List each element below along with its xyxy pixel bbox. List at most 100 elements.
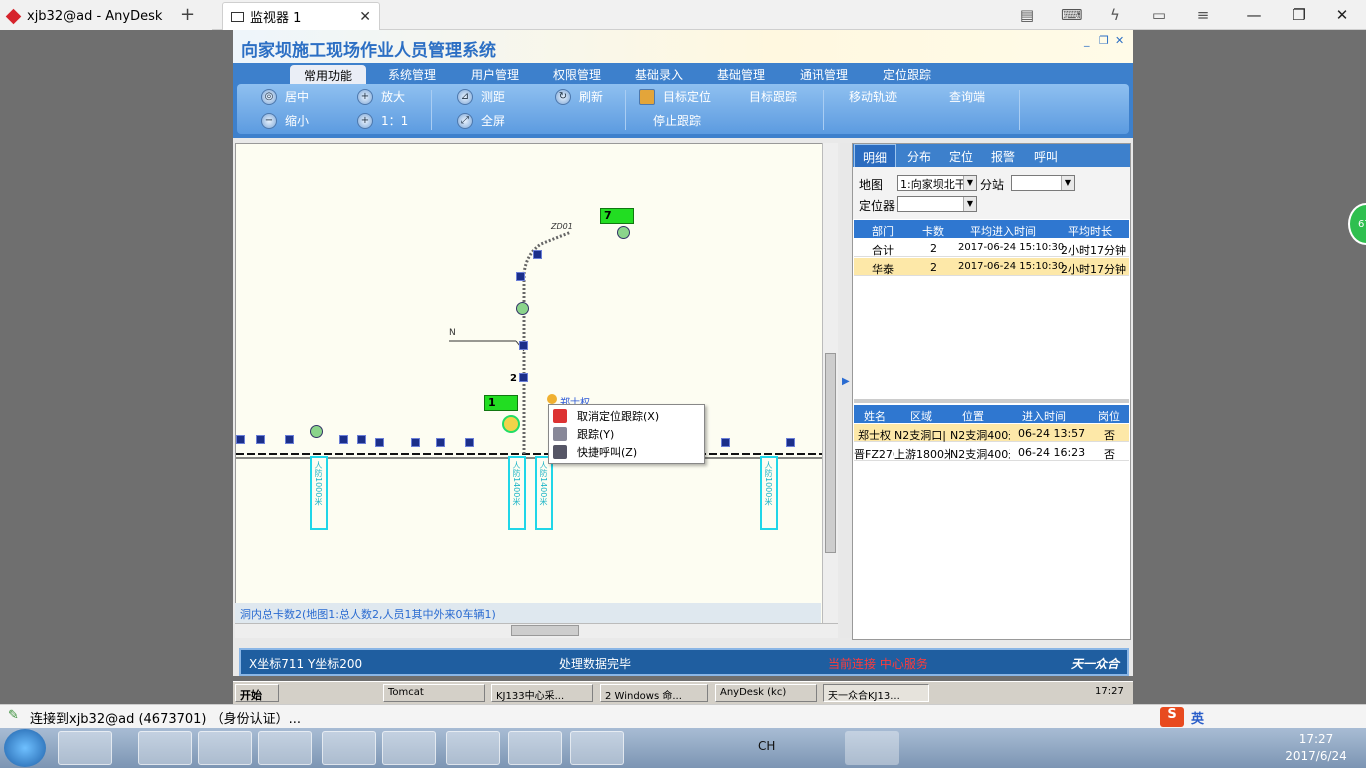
stop-track-button[interactable]: 停止跟踪 — [653, 112, 701, 129]
reader-node[interactable] — [375, 438, 384, 447]
reader-node[interactable] — [786, 438, 795, 447]
query-button[interactable]: 查询端 — [949, 88, 985, 105]
move-track-button[interactable]: 移动轨迹 — [849, 88, 897, 105]
reader-node[interactable] — [721, 438, 730, 447]
menu-cancel-tracking[interactable]: 取消定位跟踪(X) — [553, 407, 659, 425]
panel-splitter[interactable]: ▶ — [840, 143, 852, 638]
refresh-button[interactable]: ↻ 刷新 — [555, 88, 603, 105]
close-icon[interactable]: ✕ — [1328, 4, 1356, 26]
taskbar-tomcat[interactable]: Tomcat — [383, 684, 485, 702]
ratio-button[interactable]: +1：1 — [357, 112, 408, 129]
reader-node[interactable] — [465, 438, 474, 447]
start-button[interactable]: 开始 — [235, 684, 279, 702]
station-icon[interactable] — [310, 425, 323, 438]
station-1-badge[interactable]: 1 — [484, 395, 518, 411]
reader-node[interactable] — [533, 250, 542, 259]
table-row[interactable]: 郑士权 N2支洞口| N2支洞400米 06-24 13:57 否 — [854, 424, 1129, 442]
map-horizontal-scrollbar[interactable] — [235, 623, 838, 638]
menu-common[interactable]: 常用功能 — [290, 65, 367, 84]
table-divider[interactable] — [854, 399, 1129, 403]
menu-tracking[interactable]: 定位跟踪 — [883, 66, 931, 83]
expand-arrow-icon[interactable]: ▶ — [842, 376, 850, 387]
taskbar-app-icon[interactable] — [258, 731, 312, 765]
clock-date[interactable]: 2017/6/24 — [1284, 749, 1348, 763]
action-icon[interactable]: ϟ — [1105, 5, 1125, 25]
menu-users[interactable]: 用户管理 — [471, 66, 519, 83]
display-icon[interactable]: ▭ — [1149, 5, 1169, 25]
person-marker-icon[interactable] — [502, 415, 520, 433]
floating-badge[interactable]: 67 — [1348, 203, 1366, 245]
menu-track[interactable]: 跟踪(Y) — [553, 425, 614, 443]
menu-quick-call[interactable]: 快捷呼叫(Z) — [553, 443, 637, 461]
tab-monitor[interactable]: 监视器 1 ✕ — [222, 2, 380, 30]
minimize-icon[interactable]: — — [1240, 4, 1268, 26]
taskbar-cmd[interactable]: 2 Windows 命... — [600, 684, 708, 702]
new-tab-icon[interactable]: + — [180, 4, 195, 25]
reader-node[interactable] — [519, 373, 528, 382]
menu-icon[interactable]: ≡ — [1193, 5, 1213, 25]
zoom-in-button[interactable]: + 放大 — [357, 88, 405, 105]
reader-node[interactable] — [516, 272, 525, 281]
taskbar-anydesk-icon[interactable] — [508, 731, 562, 765]
menu-data-entry[interactable]: 基础录入 — [635, 66, 683, 83]
scroll-thumb[interactable] — [511, 625, 579, 636]
taskbar-app-icon[interactable] — [58, 731, 112, 765]
tab-distribution[interactable]: 分布 — [907, 148, 931, 165]
reader-node[interactable] — [519, 341, 528, 350]
reader-node[interactable] — [236, 435, 245, 444]
reader-node[interactable] — [411, 438, 420, 447]
sogou-icon[interactable]: S — [1160, 707, 1184, 727]
map-select[interactable]: 1:向家坝北干 ▼ — [897, 175, 977, 191]
table-row[interactable]: 华泰 2 2017-06-24 15:10:30 2小时17分钟 — [854, 258, 1129, 276]
reader-node[interactable] — [357, 435, 366, 444]
map-vertical-scrollbar[interactable] — [822, 143, 838, 623]
table-row[interactable]: 晋FZ276 上游1800米 N2支洞400米 06-24 16:23 否 — [854, 443, 1129, 461]
reader-node[interactable] — [436, 438, 445, 447]
taskbar-anydesk[interactable]: AnyDesk (kc) — [715, 684, 817, 702]
station-7-badge[interactable]: 7 — [600, 208, 634, 224]
tab-detail[interactable]: 明细 — [854, 144, 897, 167]
taskbar-app-icon[interactable] — [845, 731, 899, 765]
taskbar-tianyi[interactable]: 天一众合KJ13... — [823, 684, 929, 702]
scroll-thumb[interactable] — [825, 353, 836, 553]
person-icon[interactable] — [547, 394, 557, 404]
map-canvas[interactable]: ZD01 N 2 7 1 郑士权 人防1000米 人防1400米 人防1400米… — [235, 143, 838, 638]
reader-node[interactable] — [256, 435, 265, 444]
clock-time[interactable]: 17:27 — [1284, 732, 1348, 746]
taskbar-kj133[interactable]: KJ133中心采... — [491, 684, 593, 702]
ime-ch[interactable]: CH — [758, 739, 775, 753]
taskbar-app-icon[interactable] — [138, 731, 192, 765]
target-locate-button[interactable]: 目标定位 — [639, 88, 711, 105]
taskbar-app-icon[interactable] — [198, 731, 252, 765]
app-minimize-icon[interactable]: _ — [1084, 34, 1090, 47]
taskbar-app-icon[interactable] — [382, 731, 436, 765]
station-icon[interactable] — [516, 302, 529, 315]
station-icon[interactable] — [617, 226, 630, 239]
ime-lang[interactable]: 英 — [1191, 708, 1204, 727]
keyboard-icon[interactable]: ⌨ — [1061, 5, 1083, 25]
menu-permissions[interactable]: 权限管理 — [553, 66, 601, 83]
tab-call[interactable]: 呼叫 — [1034, 148, 1058, 165]
app-close-icon[interactable]: ✕ — [1115, 34, 1124, 47]
station-select[interactable]: ▼ — [1011, 175, 1075, 191]
reader-node[interactable] — [339, 435, 348, 444]
reader-node[interactable] — [285, 435, 294, 444]
taskbar-app-icon[interactable] — [322, 731, 376, 765]
taskbar-paint-icon[interactable] — [570, 731, 624, 765]
menu-comms[interactable]: 通讯管理 — [800, 66, 848, 83]
center-button[interactable]: ◎ 居中 — [261, 88, 309, 105]
target-track-button[interactable]: 目标跟踪 — [749, 88, 797, 105]
locator-select[interactable]: ▼ — [897, 196, 977, 212]
tab-locate[interactable]: 定位 — [949, 148, 973, 165]
windows-start-icon[interactable] — [4, 729, 46, 767]
chat-icon[interactable]: ▤ — [1017, 5, 1037, 25]
close-tab-icon[interactable]: ✕ — [359, 9, 371, 25]
table-row[interactable]: 合计 2 2017-06-24 15:10:30 2小时17分钟 — [854, 239, 1129, 257]
measure-button[interactable]: ⊿ 测距 — [457, 88, 505, 105]
taskbar-app-icon[interactable] — [446, 731, 500, 765]
app-restore-icon[interactable]: ❐ — [1099, 34, 1109, 47]
restore-icon[interactable]: ❐ — [1285, 4, 1313, 26]
fullscreen-button[interactable]: ⤢ 全屏 — [457, 112, 505, 129]
tab-alarm[interactable]: 报警 — [991, 148, 1015, 165]
menu-system[interactable]: 系统管理 — [388, 66, 436, 83]
